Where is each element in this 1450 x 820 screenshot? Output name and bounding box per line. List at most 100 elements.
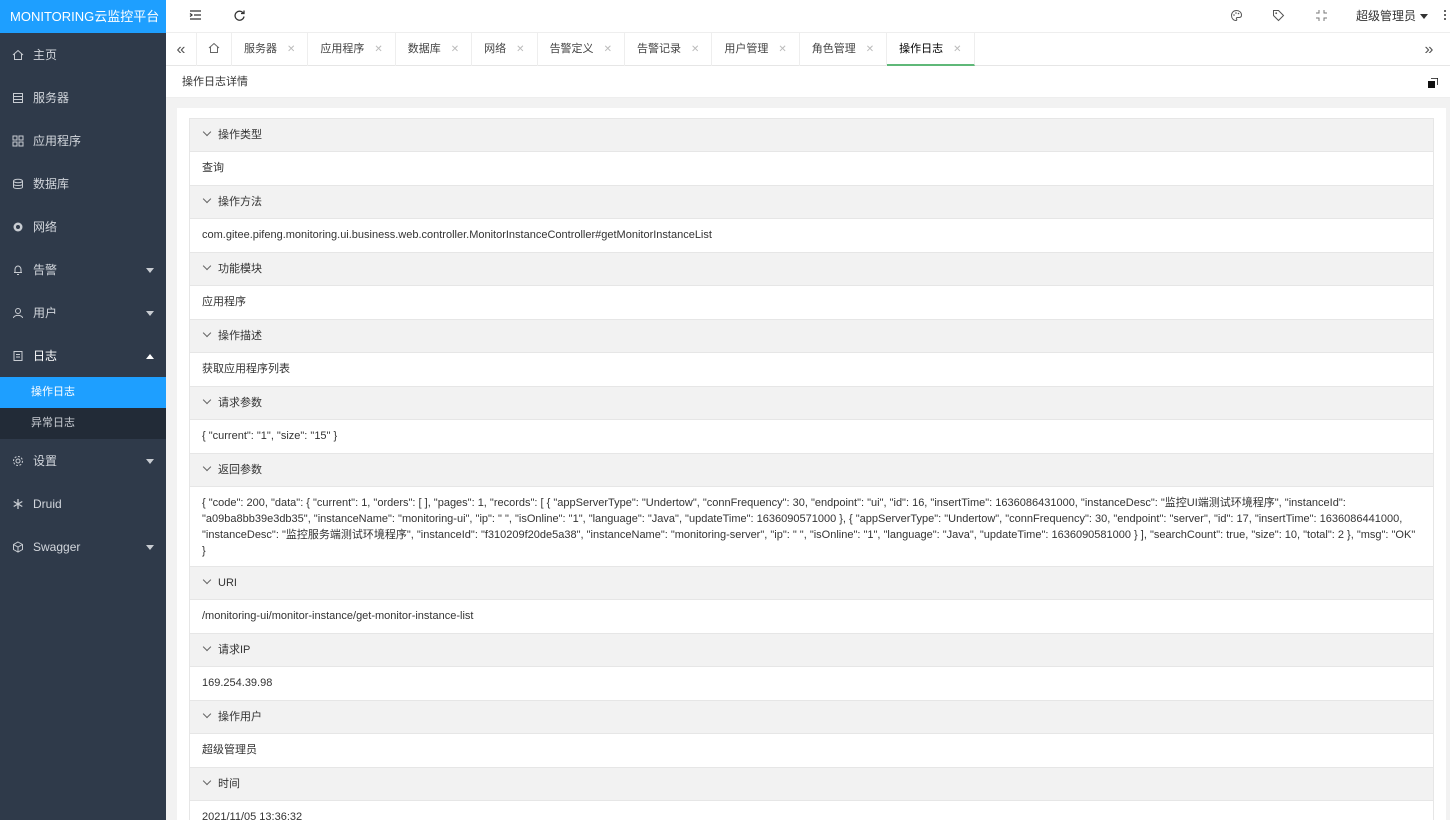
caret-down-icon [1420,14,1428,20]
tab-server[interactable]: 服务器 ✕ [232,33,309,66]
sidebar-item-label: 网络 [33,220,58,234]
double-chevron-left-icon: « [176,40,186,58]
fullscreen-button[interactable] [1309,0,1333,33]
chevron-down-icon [202,462,212,472]
sidebar-subitem-exception-log[interactable]: 异常日志 [0,408,166,439]
sidebar-item-settings[interactable]: 设置 [0,439,166,482]
section-title: 操作类型 [218,129,262,141]
section-operation-method[interactable]: 操作方法 [190,186,1433,219]
close-icon[interactable]: ✕ [866,44,874,55]
sidebar-item-home[interactable]: 主页 [0,33,166,76]
sidebar-item-network[interactable]: 网络 [0,205,166,248]
sidebar-item-apps[interactable]: 应用程序 [0,119,166,162]
sidebar-item-label: 数据库 [33,177,70,191]
tab-label: 网络 [484,43,507,55]
sidebar-item-druid[interactable]: Druid [0,482,166,525]
more-button[interactable] [1440,0,1450,33]
tab-alarm-definition[interactable]: 告警定义 ✕ [538,33,625,66]
sidebar-item-label: 设置 [33,454,58,468]
tab-label: 角色管理 [811,43,856,55]
sidebar-toggle-button[interactable] [184,0,206,33]
tab-operation-log[interactable]: 操作日志 ✕ [887,33,975,66]
section-title: 操作描述 [218,330,262,342]
sidebar-item-user[interactable]: 用户 [0,291,166,334]
double-chevron-right-icon: » [1424,40,1434,58]
close-icon[interactable]: ✕ [451,44,459,55]
sidebar-item-label: 服务器 [33,91,70,105]
section-value: 超级管理员 [190,734,1433,768]
tab-home[interactable] [196,33,232,66]
tab-label: 操作日志 [899,43,944,55]
top-header: 超级管理员 [166,0,1450,33]
section-value: com.gitee.pifeng.monitoring.ui.business.… [190,219,1433,253]
section-title: URI [218,577,237,589]
sidebar-item-database[interactable]: 数据库 [0,162,166,205]
more-vertical-icon [1443,9,1447,24]
sidebar-item-alarm[interactable]: 告警 [0,248,166,291]
page-title: 操作日志详情 [182,76,248,88]
tab-apps[interactable]: 应用程序 ✕ [308,33,396,66]
section-value: { "current": "1", "size": "15" } [190,420,1433,454]
section-value: 查询 [190,152,1433,186]
section-operation-type[interactable]: 操作类型 [190,119,1433,152]
section-uri[interactable]: URI [190,567,1433,600]
tab-role-management[interactable]: 角色管理 ✕ [800,33,888,66]
section-time[interactable]: 时间 [190,768,1433,801]
section-response-params[interactable]: 返回参数 [190,454,1433,487]
section-request-params[interactable]: 请求参数 [190,387,1433,420]
section-description[interactable]: 操作描述 [190,320,1433,353]
tabs-scroll-right-button[interactable]: » [1416,33,1442,66]
tab-user-management[interactable]: 用户管理 ✕ [712,33,800,66]
server-icon [12,92,24,104]
refresh-icon [233,9,246,25]
detail-panel: 操作类型 查询 操作方法 com.gitee.pifeng.monitoring… [177,108,1446,820]
close-icon[interactable]: ✕ [516,44,524,55]
theme-button[interactable] [1224,0,1248,33]
tab-label: 服务器 [244,43,277,55]
tab-network[interactable]: 网络 ✕ [472,33,538,66]
sidebar-item-log[interactable]: 日志 [0,334,166,377]
tag-icon [1272,9,1285,25]
section-title: 操作方法 [218,196,262,208]
close-icon[interactable]: ✕ [287,44,295,55]
chevron-down-icon [202,127,212,137]
tab-database[interactable]: 数据库 ✕ [396,33,473,66]
close-icon[interactable]: ✕ [604,44,612,55]
tab-alarm-record[interactable]: 告警记录 ✕ [625,33,713,66]
section-title: 操作用户 [218,711,262,723]
tabs-scroll-left-button[interactable]: « [168,33,194,66]
gear-icon [12,455,24,467]
sidebar-item-server[interactable]: 服务器 [0,76,166,119]
section-request-ip[interactable]: 请求IP [190,634,1433,667]
chevron-down-icon [202,328,212,338]
palette-icon [1230,9,1243,25]
menu-fold-icon [189,9,202,24]
caret-down-icon [146,267,154,273]
refresh-button[interactable] [228,0,250,33]
section-value: /monitoring-ui/monitor-instance/get-moni… [190,600,1433,634]
close-icon[interactable]: ✕ [778,44,786,55]
section-title: 功能模块 [218,263,262,275]
chevron-down-icon [202,709,212,719]
chevron-down-icon [202,642,212,652]
sidebar-item-label: 主页 [33,48,58,62]
chevron-down-icon [202,395,212,405]
tag-button[interactable] [1266,0,1290,33]
sidebar-item-swagger[interactable]: Swagger [0,525,166,568]
window-restore-icon[interactable] [1428,77,1439,88]
sidebar-subitem-operation-log[interactable]: 操作日志 [0,377,166,408]
app-logo[interactable]: MONITORING云监控平台 [0,0,166,33]
section-value: 获取应用程序列表 [190,353,1433,387]
section-module[interactable]: 功能模块 [190,253,1433,286]
sidebar-item-label: 应用程序 [33,134,82,148]
fullscreen-exit-icon [1315,9,1328,25]
close-icon[interactable]: ✕ [953,44,961,55]
database-icon [12,178,24,190]
tab-label: 告警记录 [636,43,681,55]
user-menu[interactable]: 超级管理员 [1356,0,1428,33]
close-icon[interactable]: ✕ [691,44,699,55]
network-icon [12,221,24,233]
section-operator[interactable]: 操作用户 [190,701,1433,734]
caret-down-icon [146,458,154,464]
close-icon[interactable]: ✕ [374,44,382,55]
